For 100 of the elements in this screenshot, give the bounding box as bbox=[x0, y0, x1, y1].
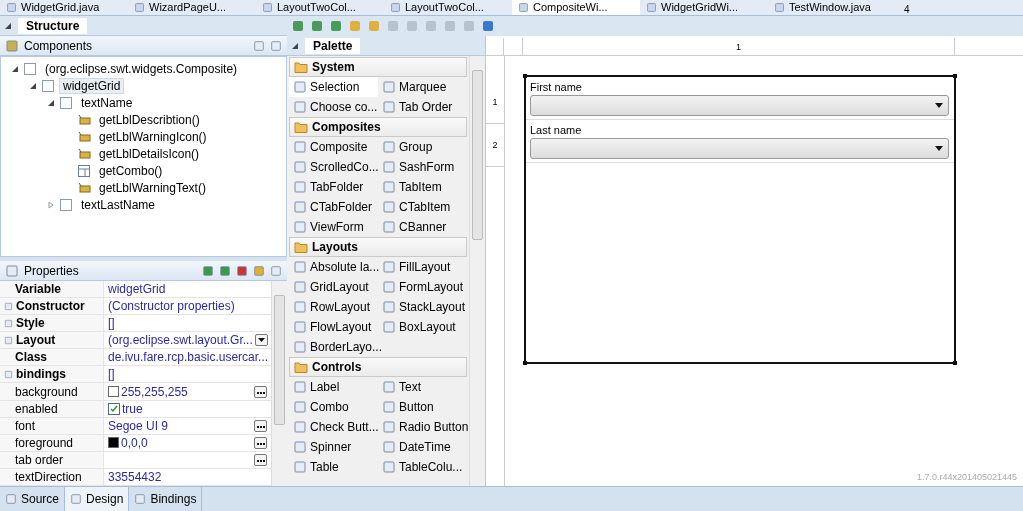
palette-item[interactable]: Selection bbox=[289, 77, 378, 97]
property-value[interactable]: (Constructor properties) bbox=[108, 299, 267, 314]
editor-tab[interactable]: LayoutTwoCol... bbox=[256, 0, 384, 15]
palette-item[interactable]: Tab Order bbox=[378, 97, 467, 117]
property-name: Class bbox=[0, 349, 104, 366]
palette-item[interactable]: Text bbox=[378, 377, 467, 397]
palette-group[interactable]: Composites bbox=[289, 117, 467, 137]
collapsed-arrow-icon[interactable] bbox=[47, 200, 55, 209]
property-value[interactable]: (org.eclipse.swt.layout.Gr... bbox=[108, 333, 253, 348]
ellipsis-button[interactable] bbox=[254, 419, 267, 432]
composite-icon bbox=[23, 61, 37, 76]
property-value[interactable]: de.ivu.fare.rcp.basic.usercar... bbox=[108, 350, 269, 365]
palette-item[interactable]: Group bbox=[378, 137, 467, 157]
palette-item[interactable]: CTabItem bbox=[378, 197, 467, 217]
scrollbar[interactable] bbox=[271, 281, 287, 486]
property-value[interactable]: [] bbox=[108, 316, 267, 331]
tree-item[interactable]: getCombo() bbox=[95, 162, 167, 179]
palette-item[interactable]: Choose co... bbox=[289, 97, 378, 117]
tab-overflow-count[interactable]: 4 bbox=[904, 4, 910, 15]
editor-tab[interactable]: LayoutTwoCol... bbox=[384, 0, 512, 15]
editor-tab[interactable]: WidgetGrid.java bbox=[0, 0, 128, 15]
palette-item[interactable]: ViewForm bbox=[289, 217, 378, 237]
palette-item[interactable]: TabItem bbox=[378, 177, 467, 197]
expanded-arrow-icon[interactable] bbox=[291, 41, 299, 50]
tree-item[interactable]: textName bbox=[77, 94, 137, 111]
property-value[interactable]: 255,255,255 bbox=[121, 384, 252, 399]
palette-item[interactable]: CTabFolder bbox=[289, 197, 378, 217]
composite-frame[interactable]: First name Last name bbox=[524, 75, 956, 364]
tree-item[interactable]: widgetGrid bbox=[59, 77, 125, 94]
combo-box[interactable] bbox=[530, 138, 949, 159]
tree-item[interactable]: getLblWarningText() bbox=[95, 179, 210, 196]
palette-item[interactable]: Label bbox=[289, 377, 378, 397]
ellipsis-button[interactable] bbox=[254, 436, 267, 449]
palette-item[interactable]: FlowLayout bbox=[289, 317, 378, 337]
palette-item[interactable]: FormLayout bbox=[378, 277, 467, 297]
palette-item[interactable]: Spinner bbox=[289, 437, 378, 457]
palette-item[interactable]: Button bbox=[378, 397, 467, 417]
palette-item[interactable]: Table bbox=[289, 457, 378, 477]
property-value[interactable]: 0,0,0 bbox=[121, 435, 252, 450]
palette-item[interactable]: CBanner bbox=[378, 217, 467, 237]
palette-item[interactable]: Marquee bbox=[378, 77, 467, 97]
palette-item[interactable]: Check Butt... bbox=[289, 417, 378, 437]
view-tab[interactable]: Bindings bbox=[129, 487, 203, 511]
expanded-arrow-icon[interactable] bbox=[11, 64, 19, 73]
combo-box[interactable] bbox=[530, 95, 949, 116]
palette-item[interactable]: RowLayout bbox=[289, 297, 378, 317]
palette-item[interactable]: DateTime bbox=[378, 437, 467, 457]
palette-item[interactable]: GridLayout bbox=[289, 277, 378, 297]
tree-item[interactable]: getLblDescribtion() bbox=[95, 111, 204, 128]
palette-group[interactable]: Controls bbox=[289, 357, 467, 377]
expanded-arrow-icon[interactable] bbox=[4, 21, 12, 30]
scrollbar[interactable] bbox=[469, 56, 485, 486]
palette-item[interactable]: TableColu... bbox=[378, 457, 467, 477]
property-name: Layout bbox=[0, 332, 104, 349]
property-value[interactable]: Segoe UI 9 bbox=[108, 418, 252, 433]
row-header: 1 bbox=[486, 81, 504, 124]
tree-item[interactable]: getLblWarningIcon() bbox=[95, 128, 211, 145]
palette-title: Palette bbox=[305, 37, 361, 54]
editor-tab[interactable]: WidgetGridWi... bbox=[640, 0, 768, 15]
palette-item[interactable]: ScrolledCo... bbox=[289, 157, 378, 177]
view-tab[interactable]: Design bbox=[65, 487, 130, 511]
property-value[interactable]: 33554432 bbox=[108, 469, 267, 484]
folder-icon bbox=[294, 120, 308, 134]
palette-item[interactable]: TabFolder bbox=[289, 177, 378, 197]
label-icon bbox=[77, 129, 91, 144]
palette-item[interactable]: Absolute la... bbox=[289, 257, 378, 277]
expand-icon bbox=[4, 369, 13, 379]
expanded-arrow-icon[interactable] bbox=[47, 98, 55, 107]
property-name: Constructor bbox=[0, 298, 104, 315]
palette-item[interactable]: FillLayout bbox=[378, 257, 467, 277]
palette-item[interactable]: Composite bbox=[289, 137, 378, 157]
property-value[interactable]: [] bbox=[108, 367, 267, 382]
property-value[interactable]: true bbox=[122, 401, 267, 416]
editor-tab[interactable]: TestWindow.java bbox=[768, 0, 896, 15]
editor-tab[interactable]: WizardPageU... bbox=[128, 0, 256, 15]
folder-icon bbox=[294, 60, 308, 74]
palette-item[interactable]: StackLayout bbox=[378, 297, 467, 317]
palette-item[interactable]: BoxLayout bbox=[378, 317, 467, 337]
ellipsis-icon bbox=[256, 391, 265, 394]
palette-item[interactable]: Combo bbox=[289, 397, 378, 417]
ellipsis-button[interactable] bbox=[254, 385, 267, 398]
palette-item[interactable]: Radio Button bbox=[378, 417, 467, 437]
property-value[interactable]: widgetGrid bbox=[108, 282, 267, 297]
tree-item[interactable]: textLastName bbox=[77, 196, 160, 213]
palette-group[interactable]: System bbox=[289, 57, 467, 77]
editor-tab[interactable]: CompositeWi... bbox=[512, 0, 640, 15]
ellipsis-icon bbox=[256, 425, 265, 428]
expanded-arrow-icon[interactable] bbox=[29, 81, 37, 90]
checkbox[interactable] bbox=[108, 402, 120, 415]
composite-icon bbox=[59, 197, 73, 212]
tree-item[interactable]: (org.eclipse.swt.widgets.Composite) bbox=[41, 60, 242, 77]
palette-group[interactable]: Layouts bbox=[289, 237, 467, 257]
tree-item[interactable]: getLblDetailsIcon() bbox=[95, 145, 204, 162]
dropdown-button[interactable] bbox=[254, 334, 268, 347]
property-name: background bbox=[0, 383, 104, 400]
ellipsis-button[interactable] bbox=[254, 453, 267, 466]
palette-item[interactable]: SashForm bbox=[378, 157, 467, 177]
components-title: Components bbox=[24, 38, 93, 53]
caret-icon bbox=[257, 338, 265, 343]
ellipsis-icon bbox=[256, 442, 265, 445]
